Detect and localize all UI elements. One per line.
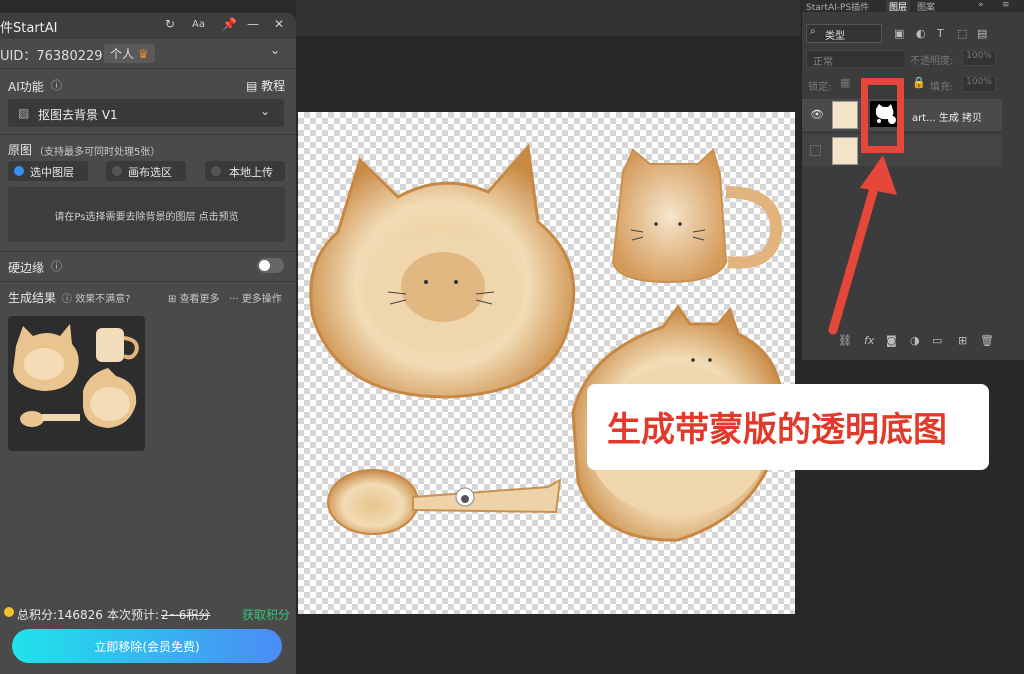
book-icon: ▤ xyxy=(246,79,258,93)
pin-icon[interactable]: 📌 xyxy=(222,17,237,31)
user-info-row: UID：763802291 个人 ♛ ⌄ xyxy=(0,41,296,64)
filter-label: 类型 xyxy=(825,31,845,42)
info-icon[interactable]: ⓘ xyxy=(51,77,62,93)
layers-tab-bar: StartAI-PS插件 图层 图案 » ≡ xyxy=(802,0,1024,13)
uid-label: UID：763802291 xyxy=(0,49,111,64)
tab-patterns[interactable]: 图案 xyxy=(917,0,935,13)
radio-icon xyxy=(211,166,221,176)
folder-icon[interactable]: ▭ xyxy=(932,334,942,347)
source-label: 画布选区 xyxy=(128,166,172,179)
divider xyxy=(0,68,296,69)
feature-icon: ▨ xyxy=(18,106,30,120)
menu-icon[interactable]: ≡ xyxy=(1002,0,1010,12)
divider xyxy=(0,281,296,282)
toggle-knob xyxy=(259,260,270,271)
account-type-label: 个人 xyxy=(110,47,135,61)
lock-label: 锁定: xyxy=(808,82,832,93)
shape-filter-icon[interactable]: ⬚ xyxy=(957,27,967,40)
check-icon xyxy=(14,166,24,176)
smart-object-filter-icon[interactable]: ▤ xyxy=(977,27,987,40)
scrollbar[interactable] xyxy=(1003,100,1009,500)
estimate-label: 本次预计: xyxy=(107,608,160,622)
search-icon: ⌕ xyxy=(810,26,816,37)
source-local-upload[interactable]: 本地上传 xyxy=(205,161,285,181)
cat-spoon xyxy=(327,469,562,535)
cat-mug xyxy=(611,148,783,284)
font-size-icon[interactable]: Aa xyxy=(192,19,205,30)
cutout-image xyxy=(309,143,784,542)
results-label: 生成结果 xyxy=(8,291,57,305)
eye-icon[interactable]: 👁 xyxy=(810,108,824,121)
original-hint: （支持最多可同时处理5张） xyxy=(34,147,161,158)
blend-mode-label: 正常 xyxy=(813,57,833,68)
minimize-icon[interactable]: — xyxy=(247,17,259,31)
coin-icon xyxy=(4,607,14,617)
expand-icon[interactable]: » xyxy=(978,0,984,12)
hard-edge-toggle[interactable] xyxy=(257,258,284,273)
more-actions-label: 更多操作 xyxy=(241,294,282,305)
remove-button-label: 立即移除(会员免费) xyxy=(94,640,200,654)
adjustment-filter-icon[interactable]: ◐ xyxy=(916,27,926,40)
result-thumbnail[interactable] xyxy=(8,316,145,451)
plugin-title: 件StartAI xyxy=(0,21,58,36)
divider xyxy=(0,251,296,252)
image-filter-icon[interactable]: ▣ xyxy=(894,27,904,40)
annotation-arrow xyxy=(828,155,897,335)
remove-now-button[interactable]: 立即移除(会员免费) xyxy=(12,629,282,663)
fill-label: 填充: xyxy=(930,82,954,93)
source-selected-layer[interactable]: 选中图层 xyxy=(8,161,88,181)
refresh-icon[interactable]: ↻ xyxy=(165,17,175,31)
preview-area[interactable]: 请在Ps选择需要去除背景的图层 点击预览 xyxy=(8,187,285,242)
feature-label: 抠图去背景 V1 xyxy=(38,108,118,122)
points-total: 总积分:146826 xyxy=(17,608,103,622)
more-actions-link[interactable]: ··· 更多操作 xyxy=(229,290,282,305)
cat-plate xyxy=(309,143,576,399)
layer-name: art... 生成 拷贝 xyxy=(912,113,983,124)
filter-dropdown[interactable]: ⌕ 类型 xyxy=(806,24,882,43)
opacity-input[interactable]: 100% xyxy=(962,50,996,66)
trash-icon[interactable]: 🗑 xyxy=(980,334,994,347)
tutorial-label: 教程 xyxy=(261,79,286,93)
chevron-down-icon[interactable]: ⌄ xyxy=(270,43,280,57)
feature-dropdown[interactable]: ▨ 抠图去背景 V1 ⌄ xyxy=(8,99,284,127)
account-type-badge: 个人 ♛ xyxy=(104,44,155,63)
adjustment-layer-icon[interactable]: ◑ xyxy=(910,334,920,347)
source-label: 本地上传 xyxy=(229,166,273,179)
tab-layers[interactable]: 图层 xyxy=(886,0,911,13)
document-canvas[interactable] xyxy=(298,112,795,614)
source-canvas-selection[interactable]: 画布选区 xyxy=(106,161,186,181)
text-filter-icon[interactable]: T xyxy=(937,27,944,40)
crown-icon: ♛ xyxy=(137,47,149,61)
opacity-label: 不透明度: xyxy=(910,56,954,67)
ai-section-title: AI功能 xyxy=(8,80,44,94)
lock-transparency-icon[interactable]: ▦ xyxy=(840,76,850,89)
radio-icon xyxy=(112,166,122,176)
preview-hint: 请在Ps选择需要去除背景的图层 点击预览 xyxy=(54,212,239,223)
startai-plugin-panel: 件StartAI ↻ Aa 📌 — ✕ UID：763802291 个人 ♛ ⌄… xyxy=(0,13,296,674)
source-label: 选中图层 xyxy=(30,166,74,179)
view-more-label: 查看更多 xyxy=(179,294,220,305)
thumbnail-image xyxy=(13,324,139,428)
view-more-link[interactable]: ⊞ 查看更多 xyxy=(168,290,220,305)
plugin-header: 件StartAI ↻ Aa 📌 — ✕ xyxy=(0,13,296,39)
callout-text: 生成带蒙版的透明底图 xyxy=(607,410,947,450)
hard-edge-label: 硬边缘 xyxy=(8,261,45,275)
callout-box: 生成带蒙版的透明底图 xyxy=(587,384,989,470)
estimate-value: 2~6积分 xyxy=(161,608,211,622)
lock-icon[interactable]: 🔒 xyxy=(912,76,926,89)
original-label: 原图 xyxy=(8,143,33,157)
close-icon[interactable]: ✕ xyxy=(274,17,284,31)
fill-input[interactable]: 100% xyxy=(962,76,996,92)
tutorial-link[interactable]: ▤ 教程 xyxy=(246,77,285,94)
feedback-link[interactable]: ⓘ 效果不满意? xyxy=(62,290,131,305)
divider xyxy=(0,134,296,135)
chevron-down-icon: ⌄ xyxy=(260,104,271,118)
blend-mode-dropdown[interactable]: 正常 xyxy=(806,50,906,68)
feedback-label: 效果不满意? xyxy=(75,294,131,305)
get-points-link[interactable]: 获取积分 xyxy=(242,606,290,623)
tab-startai[interactable]: StartAI-PS插件 xyxy=(806,0,869,13)
layer-thumbnail xyxy=(832,101,858,129)
info-icon[interactable]: ⓘ xyxy=(51,258,62,274)
new-layer-icon[interactable]: ⊞ xyxy=(958,334,967,347)
